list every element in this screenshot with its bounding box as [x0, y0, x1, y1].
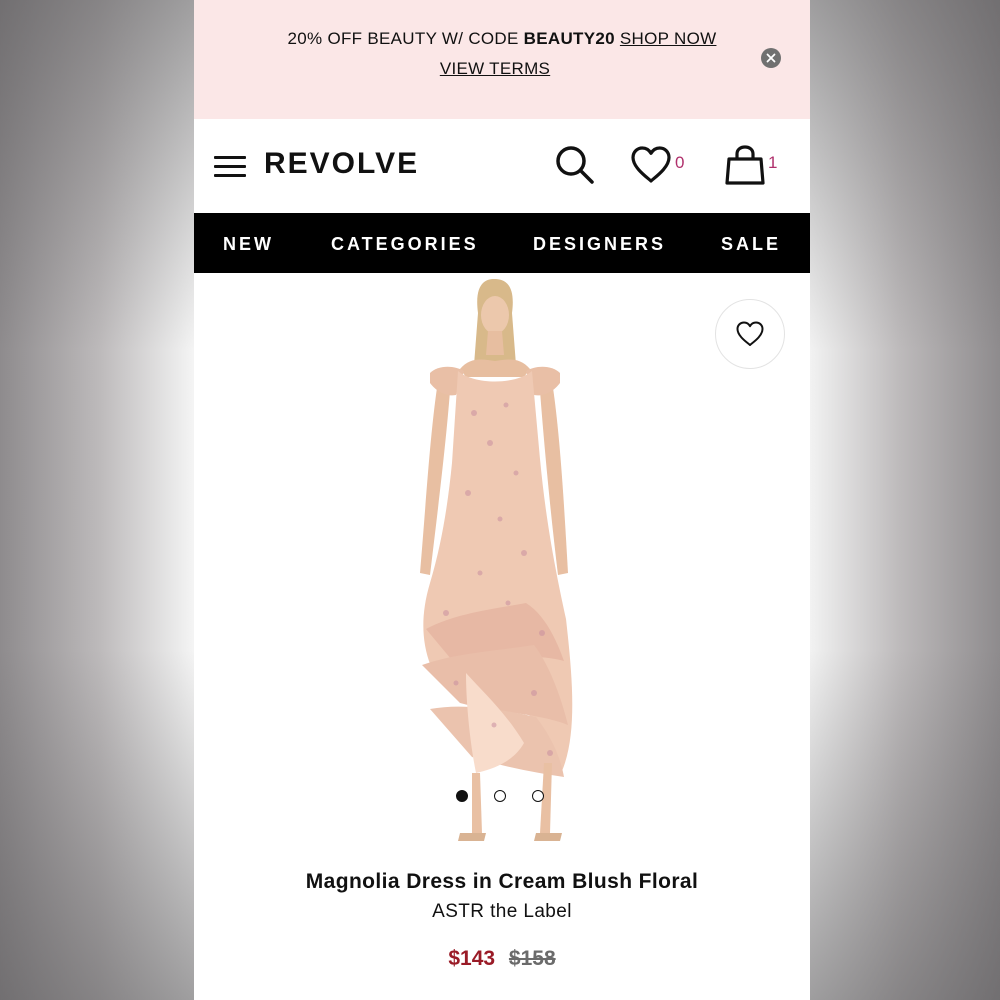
bag-button[interactable]	[724, 144, 766, 186]
nav-item-new[interactable]: NEW	[223, 234, 274, 255]
add-to-favorites-button[interactable]	[715, 299, 785, 369]
nav-item-designers[interactable]: DESIGNERS	[533, 234, 666, 255]
promo-code: BEAUTY20	[523, 29, 615, 48]
carousel-dot-1[interactable]	[456, 790, 468, 802]
promo-terms: VIEW TERMS	[194, 59, 796, 79]
search-button[interactable]	[554, 144, 596, 186]
search-icon	[556, 146, 594, 184]
product-name: Magnolia Dress in Cream Blush Floral	[305, 870, 699, 893]
product-photo	[420, 279, 573, 841]
shop-now-link[interactable]: SHOP NOW	[620, 29, 717, 48]
hamburger-icon-bar	[214, 165, 246, 168]
hamburger-icon	[214, 156, 246, 159]
bag-count: 1	[768, 153, 778, 172]
main-nav: NEW CATEGORIES DESIGNERS SALE	[194, 213, 810, 273]
product-image-carousel[interactable]	[194, 273, 810, 863]
carousel-dot-2[interactable]	[494, 790, 506, 802]
revolve-logo[interactable]: REVOLVE	[264, 147, 419, 181]
backdrop-right	[806, 0, 1000, 1000]
promo-banner: 20% OFF BEAUTY W/ CODE BEAUTY20 SHOP NOW…	[194, 0, 810, 119]
promo-text: 20% OFF BEAUTY W/ CODE BEAUTY20 SHOP NOW	[194, 29, 810, 49]
nav-item-sale[interactable]: SALE	[721, 234, 781, 255]
site-header: REVOLVE 0 1	[194, 119, 810, 213]
original-price: $158	[508, 947, 556, 970]
nav-item-categories[interactable]: CATEGORIES	[331, 234, 479, 255]
wishlist-count: 0	[675, 153, 685, 172]
promo-text-prefix: 20% OFF BEAUTY W/ CODE	[287, 29, 524, 48]
heart-icon	[736, 321, 764, 346]
close-promo-button[interactable]	[761, 48, 781, 68]
wishlist-button[interactable]	[630, 145, 672, 185]
close-icon	[766, 53, 776, 63]
carousel-dot-3[interactable]	[532, 790, 544, 802]
product-brand[interactable]: ASTR the Label	[194, 901, 810, 923]
view-terms-link[interactable]: VIEW TERMS	[440, 59, 550, 78]
sale-price: $143	[448, 947, 496, 970]
backdrop-left	[0, 0, 194, 1000]
heart-icon	[631, 146, 671, 183]
mobile-screen: 20% OFF BEAUTY W/ CODE BEAUTY20 SHOP NOW…	[194, 0, 810, 1000]
hamburger-icon-bar	[214, 174, 246, 177]
bag-icon	[725, 145, 765, 185]
menu-button[interactable]	[214, 154, 246, 178]
price-row: $143 $158	[194, 947, 810, 971]
